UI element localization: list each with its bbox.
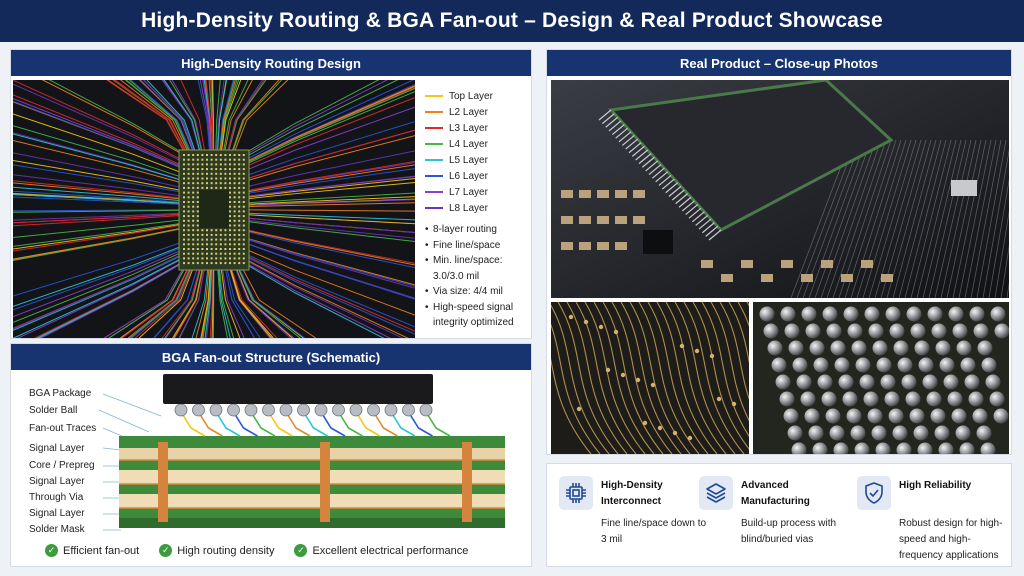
page-title: High-Density Routing & BGA Fan-out – Des… bbox=[0, 0, 1024, 42]
photo-solder-balls bbox=[753, 302, 1009, 454]
legend-swatch bbox=[425, 207, 443, 209]
feature-title: Advanced Manufacturing bbox=[741, 480, 810, 507]
legend-label: Top Layer bbox=[449, 90, 493, 102]
legend-label: L2 Layer bbox=[449, 106, 488, 118]
benefit-item: ✓ Excellent electrical performance bbox=[294, 544, 468, 557]
legend-swatch bbox=[425, 143, 443, 145]
legend-swatch bbox=[425, 175, 443, 177]
benefit-text: Excellent electrical performance bbox=[312, 544, 469, 557]
legend-item-top: Top Layer bbox=[425, 88, 529, 104]
label-signal-layer-2: Signal Layer bbox=[29, 476, 85, 487]
legend-swatch bbox=[425, 127, 443, 129]
legend-label: L5 Layer bbox=[449, 154, 488, 166]
label-signal-layer-3: Signal Layer bbox=[29, 508, 85, 519]
feature-desc: Fine line/space down to 3 mil bbox=[601, 518, 707, 545]
photo-traces-graphic bbox=[551, 302, 749, 454]
chip-icon bbox=[559, 476, 593, 510]
label-signal-layer-1: Signal Layer bbox=[29, 443, 85, 454]
legend-item-l6: L6 Layer bbox=[425, 168, 529, 184]
feature-reliability: High Reliability Robust design for high-… bbox=[857, 474, 1007, 562]
legend-swatch bbox=[425, 191, 443, 193]
feature-hdi: High-Density Interconnect Fine line/spac… bbox=[559, 474, 706, 562]
photo-fine-traces bbox=[551, 302, 749, 454]
routing-design-title: High-Density Routing Design bbox=[11, 50, 531, 76]
layer-legend: Top Layer L2 Layer L3 Layer L4 Layer L5 … bbox=[425, 88, 529, 216]
legend-item-l8: L8 Layer bbox=[425, 200, 529, 216]
routing-design-image bbox=[13, 80, 415, 338]
legend-swatch bbox=[425, 111, 443, 113]
legend-label: L6 Layer bbox=[449, 170, 488, 182]
legend-swatch bbox=[425, 159, 443, 161]
spec-item: • 8-layer routing bbox=[425, 222, 531, 238]
label-core-prepreg: Core / Prepreg bbox=[29, 460, 95, 471]
benefit-item: ✓ Efficient fan-out bbox=[45, 544, 139, 557]
routing-design-panel: High-Density Routing Design Top Layer L2… bbox=[10, 49, 532, 339]
spec-item: • Min. line/space: 3.0/3.0 mil bbox=[425, 253, 531, 284]
legend-swatch bbox=[425, 95, 443, 97]
check-icon: ✓ bbox=[294, 544, 308, 557]
solder-balls bbox=[174, 403, 433, 417]
check-icon: ✓ bbox=[159, 544, 173, 557]
legend-item-l7: L7 Layer bbox=[425, 184, 529, 200]
feature-desc: Robust design for high-speed and high-fr… bbox=[899, 518, 1003, 561]
legend-label: L4 Layer bbox=[449, 138, 488, 150]
feature-title: High-Density Interconnect bbox=[601, 480, 663, 507]
benefit-text: High routing density bbox=[177, 544, 275, 557]
label-solder-mask: Solder Mask bbox=[29, 524, 85, 535]
routing-traces-graphic bbox=[13, 80, 415, 338]
benefit-item: ✓ High routing density bbox=[159, 544, 274, 557]
photo-balls-graphic bbox=[753, 302, 1009, 454]
legend-label: L7 Layer bbox=[449, 186, 488, 198]
spec-text: Fine line/space bbox=[433, 239, 501, 251]
shield-check-icon bbox=[857, 476, 891, 510]
legend-item-l4: L4 Layer bbox=[425, 136, 529, 152]
product-photos-title: Real Product – Close-up Photos bbox=[547, 50, 1011, 76]
spec-item: • High-speed signal integrity optimized bbox=[425, 300, 531, 331]
bga-package bbox=[163, 374, 433, 404]
feature-manufacturing: Advanced Manufacturing Build-up process … bbox=[699, 474, 849, 562]
label-fanout-traces: Fan-out Traces bbox=[29, 423, 97, 434]
routing-specs-list: • 8-layer routing • Fine line/space • Min. … bbox=[425, 222, 531, 331]
spec-text: High-speed signal integrity optimized bbox=[433, 301, 514, 329]
spec-text: Via size: 4/4 mil bbox=[433, 286, 503, 297]
bga-fanout-title: BGA Fan-out Structure (Schematic) bbox=[11, 344, 531, 370]
legend-label: L3 Layer bbox=[449, 122, 488, 134]
label-bga-package: BGA Package bbox=[29, 388, 92, 399]
layers-icon bbox=[699, 476, 733, 510]
feature-desc: Build-up process with blind/buried vias bbox=[741, 518, 837, 545]
bga-fanout-panel: BGA Fan-out Structure (Schematic) BGA Pa… bbox=[10, 343, 532, 567]
spec-text: Min. line/space: 3.0/3.0 mil bbox=[433, 255, 503, 282]
legend-item-l3: L3 Layer bbox=[425, 120, 529, 136]
legend-item-l2: L2 Layer bbox=[425, 104, 529, 120]
photo-chip-graphic bbox=[551, 80, 1009, 298]
spec-item: • Via size: 4/4 mil bbox=[425, 284, 531, 300]
product-photos-panel: Real Product – Close-up Photos bbox=[546, 49, 1012, 455]
feature-title: High Reliability bbox=[899, 480, 972, 491]
legend-item-l5: L5 Layer bbox=[425, 152, 529, 168]
photo-bga-chip-closeup bbox=[551, 80, 1009, 298]
pcb-stackup bbox=[119, 436, 505, 528]
page: High-Density Routing & BGA Fan-out – Des… bbox=[0, 0, 1024, 576]
label-solder-ball: Solder Ball bbox=[29, 405, 78, 416]
label-through-via: Through Via bbox=[29, 492, 84, 503]
spec-item: • Fine line/space bbox=[425, 238, 531, 254]
check-icon: ✓ bbox=[45, 544, 58, 557]
legend-label: L8 Layer bbox=[449, 202, 488, 214]
benefit-text: Efficient fan-out bbox=[63, 544, 140, 557]
fanout-benefits: ✓ Efficient fan-out ✓ High routing density… bbox=[45, 544, 525, 557]
spec-text: 8-layer routing bbox=[433, 224, 497, 235]
features-panel: High-Density Interconnect Fine line/spac… bbox=[546, 463, 1012, 567]
